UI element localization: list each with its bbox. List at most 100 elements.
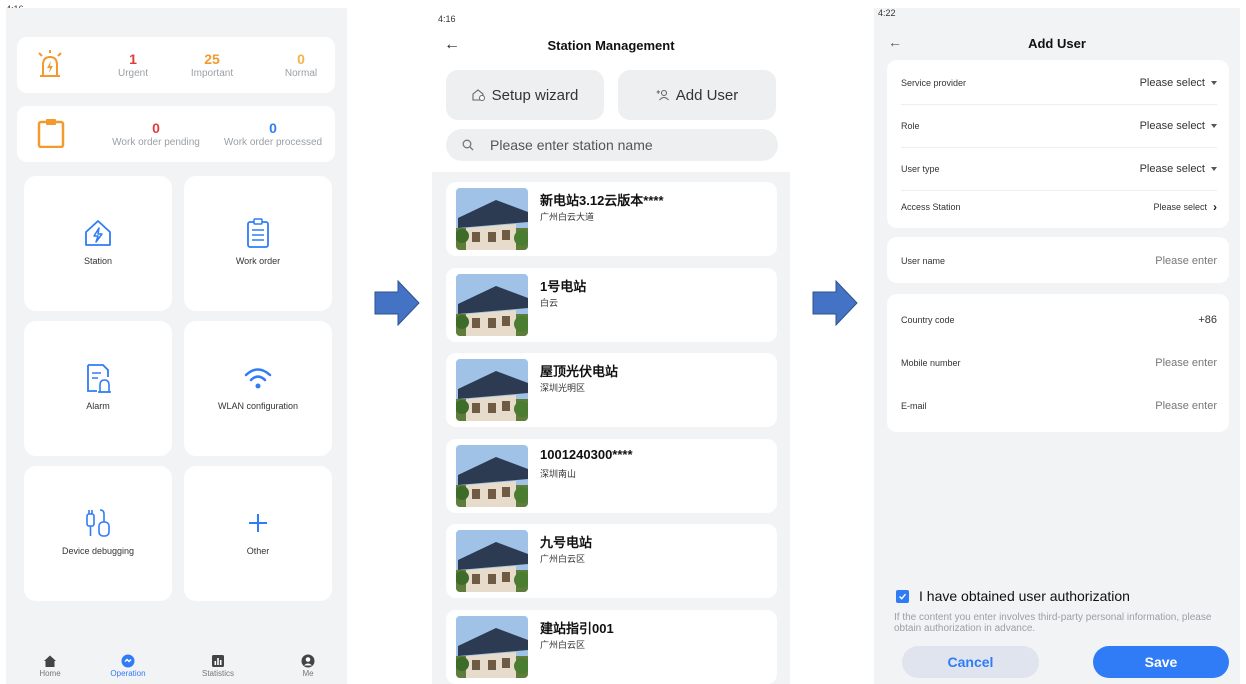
tile-station[interactable]: Station [24, 176, 172, 311]
add-user-button[interactable]: Add User [618, 70, 776, 120]
pending-label: Work order pending [112, 137, 200, 148]
tile-alarm[interactable]: Alarm [24, 321, 172, 456]
user-type-label: User type [901, 164, 940, 174]
tab-home[interactable]: Home [20, 654, 80, 678]
country-code-label: Country code [901, 314, 955, 325]
operation-icon [121, 654, 135, 668]
processed-count: 0 [269, 120, 277, 136]
tab-home-label: Home [39, 669, 61, 678]
status-time: 4:16 [438, 14, 456, 24]
arrow-right-icon [812, 280, 858, 326]
alarm-summary-card[interactable]: 1 Urgent 25 Important 0 Normal [17, 37, 335, 93]
pending-stat: 0 Work order pending [101, 120, 211, 148]
access-station-row[interactable]: Access Station Please select › [901, 188, 1217, 226]
work-order-icon [247, 218, 269, 248]
username-group: User name Please enter [887, 237, 1229, 283]
station-photo [456, 615, 528, 678]
station-card[interactable]: 1号电站 白云 [446, 267, 777, 342]
station-card[interactable]: 屋顶光伏电站 深圳光明区 [446, 353, 777, 427]
access-station-label: Access Station [901, 202, 961, 212]
work-order-summary-card[interactable]: 0 Work order pending 0 Work order proces… [17, 106, 335, 162]
station-photo [456, 273, 528, 336]
plus-icon [249, 514, 267, 532]
wifi-icon [244, 368, 272, 389]
tile-work-order-label: Work order [235, 256, 281, 266]
user-name-label: User name [901, 255, 946, 266]
composite-stage: 4:16 1 Urgent 25 Important 0 Normal [0, 0, 1246, 684]
access-station-value: Please select [1153, 202, 1207, 212]
station-name: 建站指引001 [540, 620, 614, 636]
tile-other[interactable]: Other [184, 466, 332, 601]
statistics-icon [212, 655, 224, 667]
add-user-screen: 4:22 ← Add User Service provider Please … [874, 8, 1240, 684]
dropdown-caret-icon [1211, 124, 1217, 128]
dropdown-caret-icon [1211, 81, 1217, 85]
processed-label: Work order processed [223, 137, 323, 148]
user-name-input[interactable]: Please enter [1155, 255, 1217, 267]
authorization-label: I have obtained user authorization [919, 588, 1130, 604]
authorization-checkbox-row[interactable]: I have obtained user authorization [896, 588, 1130, 604]
station-name: 新电站3.12云版本**** [540, 193, 664, 208]
tile-work-order[interactable]: Work order [184, 176, 332, 311]
role-label: Role [901, 121, 920, 131]
station-name: 屋顶光伏电站 [540, 364, 619, 379]
service-provider-row[interactable]: Service provider Please select [901, 62, 1217, 105]
station-icon [85, 220, 111, 246]
station-address: 广州白云区 [540, 639, 586, 650]
tab-statistics[interactable]: Statistics [188, 654, 248, 678]
station-card[interactable]: 1001240300**** 深圳南山 [446, 438, 777, 513]
station-photo [456, 359, 528, 421]
tile-device-debugging[interactable]: Device debugging [24, 466, 172, 601]
mobile-number-input[interactable]: Please enter [1155, 357, 1217, 369]
station-address: 深圳光明区 [540, 383, 586, 393]
station-card[interactable]: 新电站3.12云版本**** 广州白云大道 [446, 182, 777, 256]
tile-other-label: Other [246, 546, 270, 556]
tab-me[interactable]: Me [278, 654, 338, 678]
arrow-right-icon [374, 280, 420, 326]
status-time: 4:22 [878, 8, 896, 18]
add-user-label: Add User [675, 86, 739, 104]
setup-wizard-button[interactable]: Setup wizard [446, 70, 604, 120]
user-name-row[interactable]: User name Please enter [901, 239, 1217, 282]
tab-me-label: Me [302, 669, 314, 678]
email-row[interactable]: E-mail Please enter [901, 384, 1217, 427]
contact-group: Country code +86 Mobile number Please en… [887, 294, 1229, 432]
important-count: 25 [204, 51, 220, 67]
user-icon [301, 654, 315, 668]
email-input[interactable]: Please enter [1155, 400, 1217, 412]
operation-screen: 1 Urgent 25 Important 0 Normal 0 Work or… [6, 8, 347, 684]
save-button[interactable]: Save [1093, 646, 1229, 678]
important-stat: 25 Important [177, 51, 247, 79]
station-photo [456, 444, 528, 507]
bottom-tab-bar: Home Operation Statistics Me [6, 648, 347, 684]
station-card[interactable]: 建站指引001 广州白云区 [446, 609, 777, 684]
dropdown-caret-icon [1211, 167, 1217, 171]
user-type-value: Please select [1139, 163, 1205, 175]
cancel-button[interactable]: Cancel [902, 646, 1039, 678]
user-type-row[interactable]: User type Please select [901, 148, 1217, 191]
country-code-row[interactable]: Country code +86 [901, 298, 1217, 341]
mobile-number-label: Mobile number [901, 357, 961, 368]
email-label: E-mail [901, 400, 927, 411]
search-icon [462, 139, 474, 151]
tab-operation[interactable]: Operation [98, 654, 158, 678]
service-provider-label: Service provider [901, 78, 967, 88]
station-search-input[interactable]: Please enter station name [446, 129, 778, 161]
normal-label: Normal [284, 68, 318, 79]
urgent-label: Urgent [117, 68, 148, 79]
processed-stat: 0 Work order processed [215, 120, 331, 148]
role-row[interactable]: Role Please select [901, 105, 1217, 148]
page-title: Station Management [547, 38, 675, 53]
station-photo [456, 188, 528, 250]
tile-device-debugging-label: Device debugging [61, 546, 135, 556]
station-name: 1号电站 [540, 278, 587, 294]
country-code-value[interactable]: +86 [1198, 314, 1217, 326]
station-card[interactable]: 九号电站 广州白云区 [446, 524, 777, 598]
checkbox-checked-icon[interactable] [896, 589, 909, 603]
station-list: 新电站3.12云版本**** 广州白云大道 1号电站 白云 屋顶光伏电站 深圳光… [432, 172, 790, 684]
station-name: 1001240300**** [540, 446, 633, 462]
tile-wlan[interactable]: WLAN configuration [184, 321, 332, 456]
tab-statistics-label: Statistics [201, 669, 234, 678]
mobile-number-row[interactable]: Mobile number Please enter [901, 341, 1217, 384]
service-provider-value: Please select [1139, 77, 1205, 89]
